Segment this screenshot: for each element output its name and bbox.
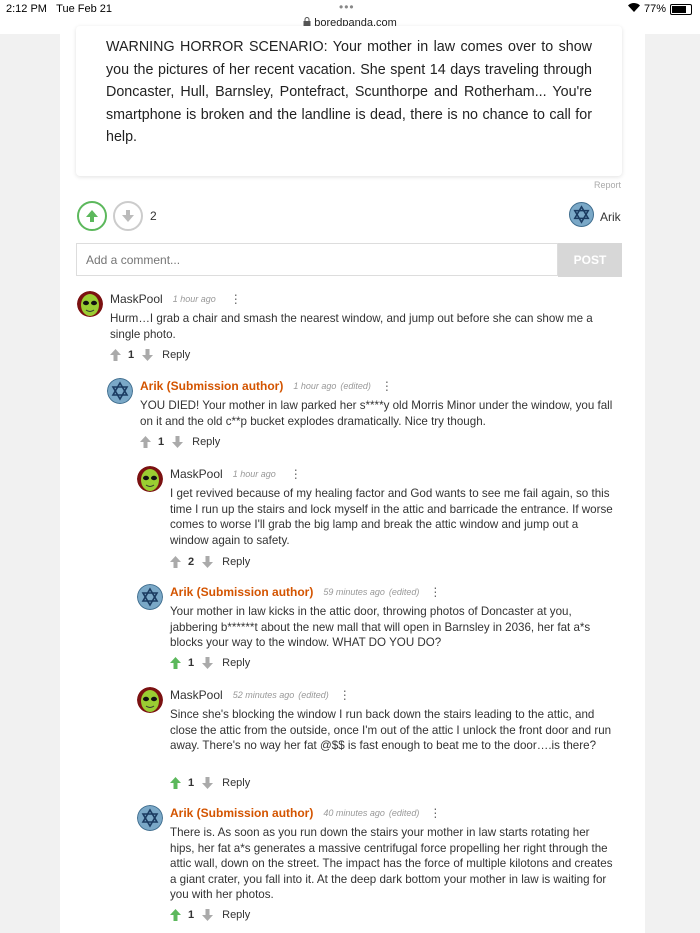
- downvote-button[interactable]: [113, 201, 143, 231]
- battery-icon: [670, 3, 692, 15]
- comment-actions: 1 Reply: [110, 349, 190, 361]
- wifi-icon: [627, 3, 640, 15]
- more-menu-icon[interactable]: ⋮: [290, 468, 302, 480]
- comment-header: MaskPool 1 hour ago ⋮: [170, 467, 302, 481]
- arrow-down-icon[interactable]: [202, 909, 214, 921]
- author-name: Arik: [600, 210, 621, 224]
- comment-vote-count: 1: [128, 349, 135, 361]
- edited-label: (edited): [340, 381, 371, 391]
- post-text: WARNING HORROR SCENARIO: Your mother in …: [106, 39, 592, 145]
- comment-actions: 1 Reply: [140, 436, 220, 448]
- more-menu-icon[interactable]: ⋮: [381, 380, 393, 392]
- comment-time: 1 hour ago: [172, 294, 216, 304]
- comment-text: Your mother in law kicks in the attic do…: [170, 605, 591, 649]
- comment-text: There is. As soon as you run down the st…: [170, 826, 613, 901]
- comment-vote-count: 1: [188, 657, 195, 669]
- comment-time: 1 hour ago: [232, 469, 276, 479]
- arrow-up-icon[interactable]: [170, 909, 181, 921]
- tab-dots-icon[interactable]: •••: [339, 0, 355, 14]
- commenter-name[interactable]: Arik (Submission author): [140, 379, 283, 393]
- comment-header: MaskPool 1 hour ago ⋮: [110, 292, 242, 306]
- comment-time: 40 minutes ago: [323, 808, 385, 818]
- commenter-avatar[interactable]: [137, 805, 163, 831]
- comment-actions: 2 Reply: [170, 556, 250, 568]
- comment-vote-count: 1: [188, 777, 195, 789]
- more-menu-icon[interactable]: ⋮: [429, 807, 441, 819]
- comment-input[interactable]: [76, 243, 558, 276]
- edited-label: (edited): [388, 587, 420, 597]
- arrow-up-icon: [86, 210, 98, 222]
- commenter-avatar[interactable]: [137, 584, 163, 610]
- comment-text: Hurm…I grab a chair and smash the neares…: [110, 312, 593, 341]
- comment-actions: 1 Reply: [170, 657, 250, 669]
- post-author[interactable]: Arik: [569, 202, 621, 232]
- commenter-avatar[interactable]: [137, 687, 163, 713]
- reply-button[interactable]: Reply: [162, 349, 190, 361]
- reply-button[interactable]: Reply: [222, 556, 250, 568]
- more-menu-icon[interactable]: ⋮: [429, 586, 441, 598]
- more-menu-icon[interactable]: ⋮: [230, 293, 242, 305]
- commenter-name[interactable]: Arik (Submission author): [170, 806, 313, 820]
- comment-text: I get revived because of my healing fact…: [170, 487, 613, 547]
- commenter-avatar[interactable]: [107, 378, 133, 404]
- report-link[interactable]: Report: [594, 180, 621, 190]
- arrow-down-icon[interactable]: [202, 777, 214, 789]
- comment-vote-count: 2: [188, 556, 195, 568]
- arrow-down-icon[interactable]: [202, 657, 214, 669]
- commenter-name[interactable]: Arik (Submission author): [170, 585, 313, 599]
- commenter-name[interactable]: MaskPool: [110, 292, 163, 306]
- status-time: 2:12 PM Tue Feb 21: [6, 3, 112, 15]
- comment-time: 1 hour ago: [293, 381, 337, 391]
- arrow-up-icon[interactable]: [170, 657, 181, 669]
- comment-time: 59 minutes ago: [323, 587, 385, 597]
- arrow-up-icon[interactable]: [170, 556, 181, 568]
- upvote-button[interactable]: [77, 201, 107, 231]
- comment-time: 52 minutes ago: [232, 690, 295, 700]
- edited-label: (edited): [298, 690, 329, 700]
- comment-vote-count: 1: [188, 909, 195, 921]
- comment-header: Arik (Submission author) 1 hour ago (edite…: [140, 379, 393, 393]
- reply-button[interactable]: Reply: [192, 436, 220, 448]
- arrow-down-icon[interactable]: [142, 349, 154, 361]
- arrow-down-icon[interactable]: [202, 556, 214, 568]
- post-card: WARNING HORROR SCENARIO: Your mother in …: [76, 26, 622, 176]
- comment-text: YOU DIED! Your mother in law parked her …: [140, 399, 613, 428]
- status-right: 77%: [627, 3, 692, 15]
- reply-button[interactable]: Reply: [222, 657, 250, 669]
- reply-button[interactable]: Reply: [222, 777, 250, 789]
- edited-label: (edited): [388, 808, 420, 818]
- commenter-avatar[interactable]: [137, 466, 163, 492]
- comment-header: MaskPool 52 minutes ago (edited) ⋮: [170, 688, 351, 702]
- arrow-up-icon[interactable]: [140, 436, 151, 448]
- comment-text: Since she's blocking the window I run ba…: [170, 708, 612, 752]
- more-menu-icon[interactable]: ⋮: [339, 689, 351, 701]
- commenter-name[interactable]: MaskPool: [170, 688, 223, 702]
- arrow-down-icon: [122, 210, 134, 222]
- post-button[interactable]: POST: [558, 243, 622, 277]
- comment-vote-count: 1: [158, 436, 165, 448]
- commenter-avatar[interactable]: [77, 291, 103, 317]
- arrow-up-icon[interactable]: [170, 777, 181, 789]
- arrow-down-icon[interactable]: [172, 436, 184, 448]
- vote-count: 2: [150, 209, 157, 223]
- comment-actions: 1 Reply: [170, 777, 250, 789]
- author-avatar: [569, 202, 594, 232]
- comment-actions: 1 Reply: [170, 909, 250, 921]
- comment-header: Arik (Submission author) 59 minutes ago (e…: [170, 585, 441, 599]
- arrow-up-icon[interactable]: [110, 349, 121, 361]
- battery-percent: 77%: [643, 3, 666, 15]
- reply-button[interactable]: Reply: [222, 909, 250, 921]
- commenter-name[interactable]: MaskPool: [170, 467, 223, 481]
- comment-header: Arik (Submission author) 40 minutes ago (e…: [170, 806, 441, 820]
